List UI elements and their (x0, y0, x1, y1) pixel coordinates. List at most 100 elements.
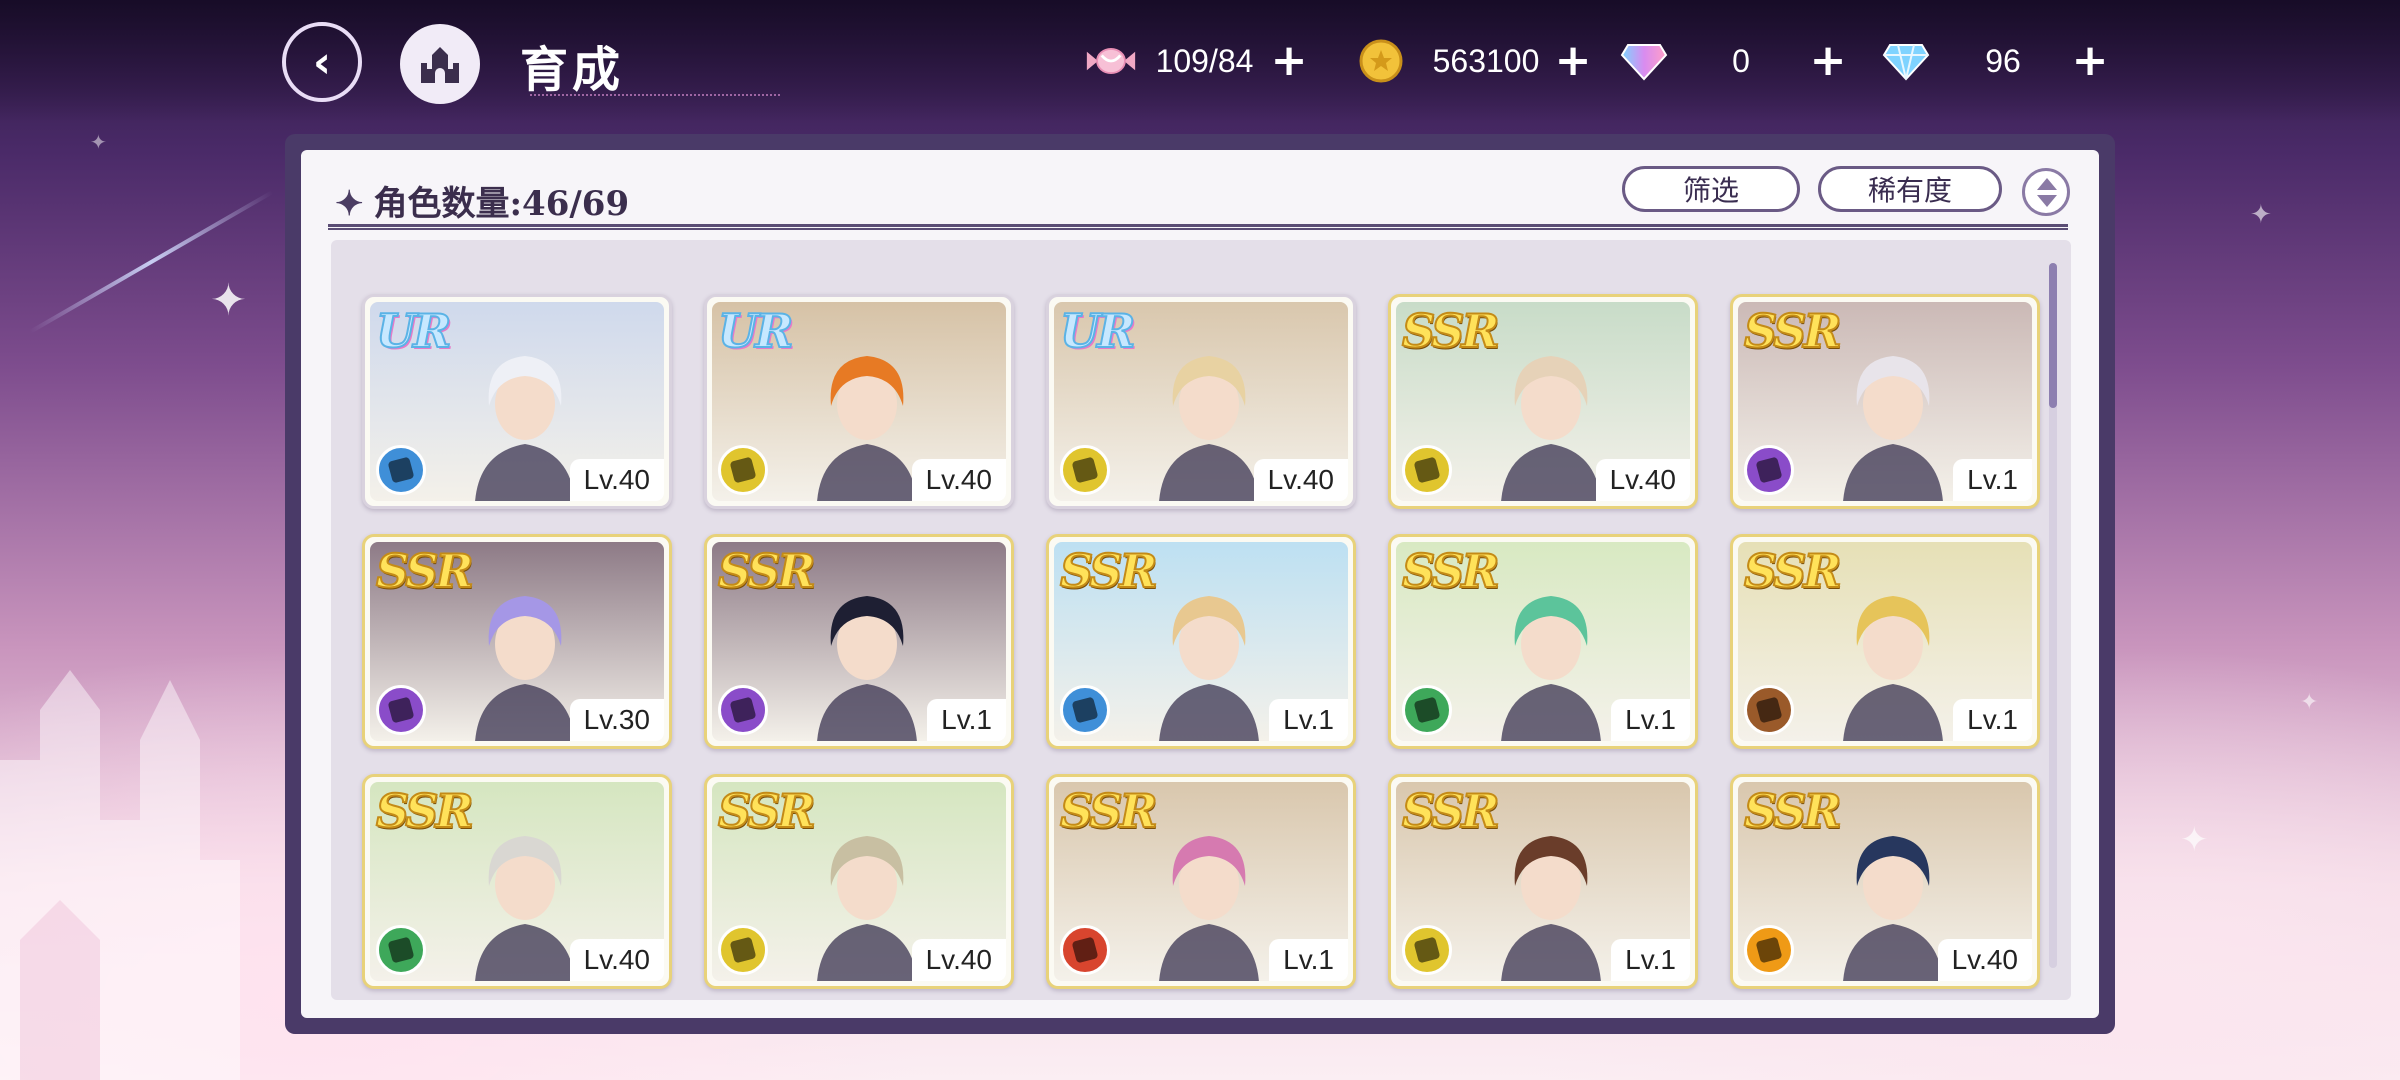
add-candy-button[interactable]: + (1267, 39, 1311, 83)
title-decoration (530, 70, 780, 96)
rarity-badge: SSR (1401, 543, 1501, 599)
character-silhouette (1843, 596, 1943, 741)
attribute-glyph (387, 456, 415, 484)
character-count-text: 角色数量:46/69 (373, 184, 630, 224)
rainbow-diamond-icon (1618, 35, 1670, 87)
rarity-sort-button[interactable]: 稀有度 (1818, 166, 2002, 212)
attribute-icon (1060, 685, 1110, 735)
rarity-badge: SSR (1401, 783, 1501, 839)
character-silhouette (475, 836, 575, 981)
back-button[interactable]: ‹ (282, 22, 362, 102)
character-silhouette (817, 836, 917, 981)
add-diamond-button[interactable]: + (2068, 39, 2112, 83)
level-label: Lv.40 (1253, 459, 1348, 501)
level-label: Lv.1 (1269, 939, 1348, 981)
sort-down-icon (2037, 195, 2057, 207)
level-label: Lv.30 (569, 699, 664, 741)
scrollbar-thumb[interactable] (2049, 263, 2057, 408)
attribute-glyph (1071, 696, 1099, 724)
sort-order-toggle[interactable] (2022, 168, 2070, 216)
attribute-glyph (387, 696, 415, 724)
attribute-icon (718, 925, 768, 975)
attribute-icon (1060, 925, 1110, 975)
card-inner: SSR Lv.40 (370, 782, 664, 981)
attribute-icon (1402, 445, 1452, 495)
attribute-glyph (1071, 936, 1099, 964)
level-label: Lv.40 (911, 459, 1006, 501)
attribute-icon (1402, 685, 1452, 735)
sparkle-icon: ✦ (2300, 690, 2319, 715)
rarity-badge: SSR (1059, 783, 1159, 839)
character-card[interactable]: UR Lv.40 (362, 294, 672, 509)
character-card[interactable]: SSR Lv.40 (704, 774, 1014, 989)
add-coin-button[interactable]: + (1551, 39, 1595, 83)
level-label: Lv.1 (1269, 699, 1348, 741)
add-rainbow-gem-button[interactable]: + (1806, 39, 1850, 83)
attribute-icon (718, 685, 768, 735)
rarity-badge: SSR (717, 543, 817, 599)
attribute-icon (718, 445, 768, 495)
character-card[interactable]: SSR Lv.1 (1046, 534, 1356, 749)
card-inner: UR Lv.40 (712, 302, 1006, 501)
attribute-glyph (1413, 696, 1441, 724)
level-label: Lv.1 (1611, 699, 1690, 741)
castle-icon (421, 47, 459, 83)
rarity-badge: SSR (1743, 783, 1843, 839)
character-silhouette (1159, 596, 1259, 741)
attribute-icon (376, 685, 426, 735)
gold-coin-icon (1355, 35, 1407, 87)
candy-icon (1085, 35, 1137, 87)
sparkle-icon: ✦ (210, 275, 247, 326)
attribute-glyph (729, 696, 757, 724)
home-button[interactable] (400, 24, 480, 104)
character-card[interactable]: SSR Lv.1 (1730, 294, 2040, 509)
level-label: Lv.1 (1953, 699, 2032, 741)
character-card[interactable]: SSR Lv.40 (1388, 294, 1698, 509)
character-silhouette (817, 356, 917, 501)
filter-button[interactable]: 筛选 (1622, 166, 1800, 212)
attribute-icon (1744, 445, 1794, 495)
grid-scrollbar[interactable] (2049, 263, 2057, 968)
card-inner: SSR Lv.1 (1396, 782, 1690, 981)
level-label: Lv.40 (569, 459, 664, 501)
character-card[interactable]: UR Lv.40 (1046, 294, 1356, 509)
character-silhouette (1843, 356, 1943, 501)
character-silhouette (1159, 356, 1259, 501)
rainbow-gem-value: 0 (1732, 42, 1750, 79)
rarity-badge: SSR (1743, 303, 1843, 359)
card-inner: UR Lv.40 (370, 302, 664, 501)
rarity-badge: SSR (1059, 543, 1159, 599)
attribute-icon (376, 445, 426, 495)
sort-up-icon (2037, 178, 2057, 190)
character-card[interactable]: SSR Lv.30 (362, 534, 672, 749)
character-card[interactable]: SSR Lv.1 (1046, 774, 1356, 989)
card-inner: SSR Lv.1 (1738, 302, 2032, 501)
sparkle-icon: ✦ (2250, 200, 2272, 230)
rarity-badge: SSR (1743, 543, 1843, 599)
resource-candy: 109/84 + (1085, 36, 1311, 86)
resource-diamond: 96 + (1880, 36, 2112, 86)
rarity-badge: UR (717, 303, 794, 359)
character-card[interactable]: SSR Lv.1 (1388, 534, 1698, 749)
attribute-glyph (387, 936, 415, 964)
attribute-icon (1744, 925, 1794, 975)
level-label: Lv.40 (1937, 939, 2032, 981)
level-label: Lv.40 (569, 939, 664, 981)
sparkle-icon: ✦ (90, 130, 107, 154)
card-inner: SSR Lv.1 (1054, 542, 1348, 741)
character-card[interactable]: SSR Lv.40 (1730, 774, 2040, 989)
card-inner: SSR Lv.30 (370, 542, 664, 741)
character-silhouette (817, 596, 917, 741)
character-card[interactable]: SSR Lv.1 (704, 534, 1014, 749)
character-card[interactable]: SSR Lv.1 (1388, 774, 1698, 989)
rarity-badge: SSR (1401, 303, 1501, 359)
card-inner: SSR Lv.40 (1396, 302, 1690, 501)
attribute-glyph (1755, 696, 1783, 724)
character-card[interactable]: SSR Lv.1 (1730, 534, 2040, 749)
character-card[interactable]: UR Lv.40 (704, 294, 1014, 509)
blue-diamond-icon (1880, 35, 1932, 87)
character-card[interactable]: SSR Lv.40 (362, 774, 672, 989)
card-inner: SSR Lv.40 (1738, 782, 2032, 981)
level-label: Lv.1 (1611, 939, 1690, 981)
rarity-badge: SSR (375, 783, 475, 839)
